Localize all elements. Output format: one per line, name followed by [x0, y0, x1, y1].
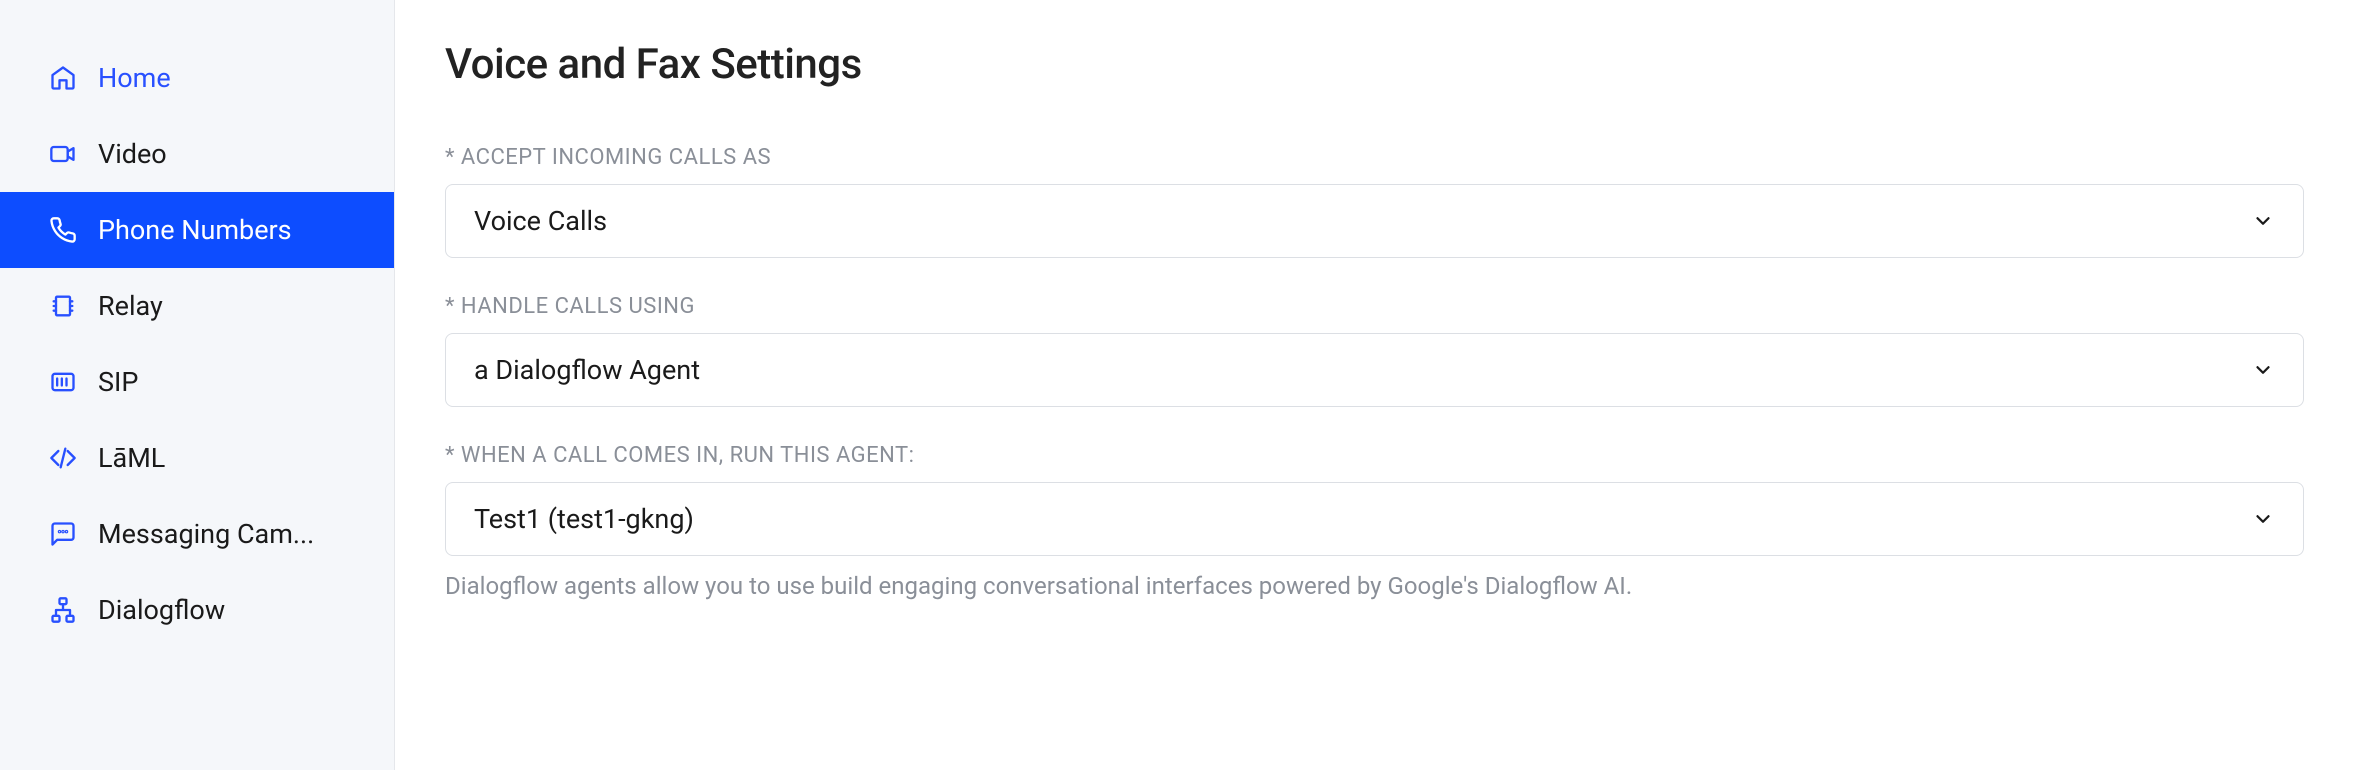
- sidebar-item-label: Relay: [98, 290, 163, 322]
- select-accept-incoming[interactable]: Voice Calls: [445, 184, 2304, 258]
- sidebar-item-phone-numbers[interactable]: Phone Numbers: [0, 192, 394, 268]
- network-icon: [48, 595, 78, 625]
- sidebar-item-relay[interactable]: Relay: [0, 268, 394, 344]
- select-value: a Dialogflow Agent: [474, 354, 700, 386]
- select-value: Test1 (test1-gkng): [474, 503, 694, 535]
- home-icon: [48, 63, 78, 93]
- field-label: * ACCEPT INCOMING CALLS AS: [445, 145, 2304, 170]
- sidebar-item-label: SIP: [98, 366, 138, 398]
- field-accept-incoming: * ACCEPT INCOMING CALLS AS Voice Calls: [445, 145, 2304, 258]
- sidebar-item-dialogflow[interactable]: Dialogflow: [0, 572, 394, 648]
- chevron-down-icon: [2251, 507, 2275, 531]
- select-handle-calls[interactable]: a Dialogflow Agent: [445, 333, 2304, 407]
- sidebar: Home Video Phone Numbers Relay SIP LāML: [0, 0, 395, 770]
- sidebar-item-label: Messaging Cam...: [98, 518, 314, 550]
- sidebar-item-label: Dialogflow: [98, 594, 225, 626]
- field-label: * WHEN A CALL COMES IN, RUN THIS AGENT:: [445, 443, 2304, 468]
- field-label: * HANDLE CALLS USING: [445, 294, 2304, 319]
- helper-text: Dialogflow agents allow you to use build…: [445, 572, 2304, 600]
- video-icon: [48, 139, 78, 169]
- code-icon: [48, 443, 78, 473]
- main-content: Voice and Fax Settings * ACCEPT INCOMING…: [395, 0, 2354, 770]
- sidebar-item-home[interactable]: Home: [0, 40, 394, 116]
- sidebar-item-laml[interactable]: LāML: [0, 420, 394, 496]
- page-title: Voice and Fax Settings: [445, 40, 2304, 89]
- chevron-down-icon: [2251, 209, 2275, 233]
- chevron-down-icon: [2251, 358, 2275, 382]
- relay-icon: [48, 291, 78, 321]
- sip-icon: [48, 367, 78, 397]
- select-value: Voice Calls: [474, 205, 607, 237]
- sidebar-item-label: Home: [98, 62, 171, 94]
- sidebar-item-label: LāML: [98, 442, 165, 474]
- message-icon: [48, 519, 78, 549]
- sidebar-item-video[interactable]: Video: [0, 116, 394, 192]
- select-run-agent[interactable]: Test1 (test1-gkng): [445, 482, 2304, 556]
- sidebar-item-sip[interactable]: SIP: [0, 344, 394, 420]
- sidebar-item-label: Phone Numbers: [98, 214, 292, 246]
- field-run-agent: * WHEN A CALL COMES IN, RUN THIS AGENT: …: [445, 443, 2304, 600]
- field-handle-calls: * HANDLE CALLS USING a Dialogflow Agent: [445, 294, 2304, 407]
- phone-icon: [48, 215, 78, 245]
- sidebar-item-label: Video: [98, 138, 167, 170]
- sidebar-item-messaging-campaigns[interactable]: Messaging Cam...: [0, 496, 394, 572]
